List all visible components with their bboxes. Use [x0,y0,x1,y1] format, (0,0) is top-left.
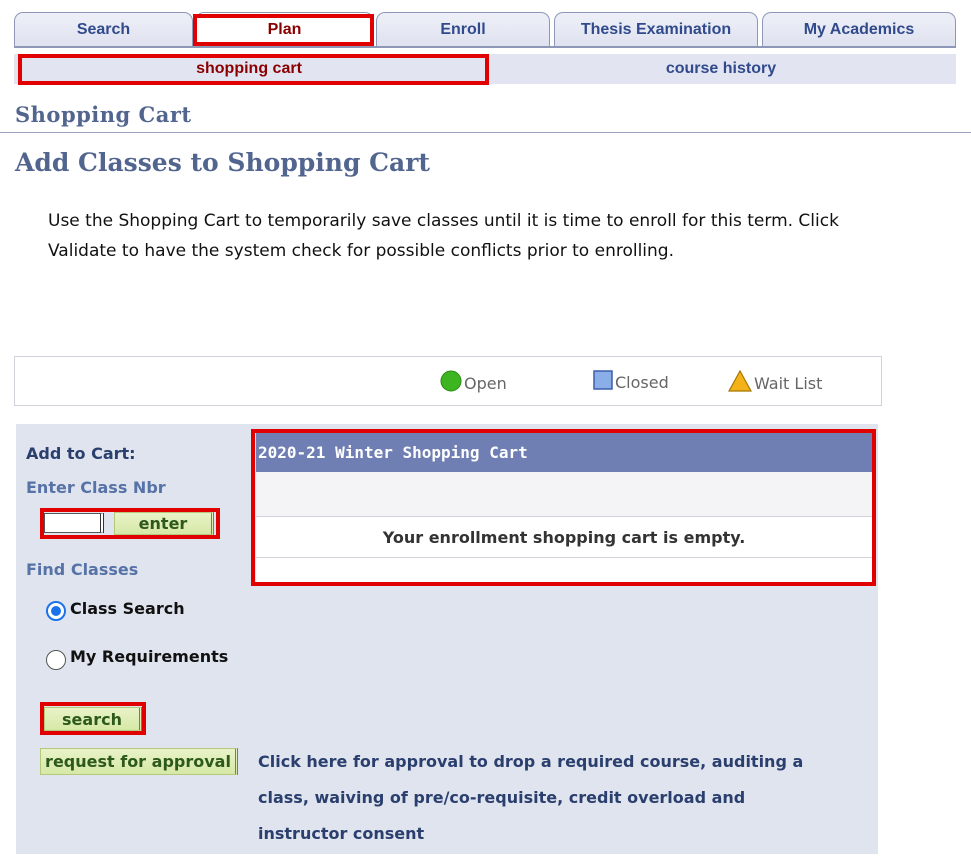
subtab-course-history[interactable]: course history [486,54,956,84]
approval-info-text[interactable]: Click here for approval to drop a requir… [258,744,818,852]
legend-closed: Closed [593,370,669,394]
add-to-cart-heading: Add to Cart: [26,444,136,463]
instructions-text: Use the Shopping Cart to temporarily sav… [48,211,839,261]
sub-tabs: shopping cart course history [14,54,956,84]
shopping-cart-box: 2020-21 Winter Shopping Cart Your enroll… [256,432,872,582]
legend-open: Open [440,370,507,396]
class-nbr-input[interactable] [44,513,104,533]
cart-header-row [256,472,872,517]
legend-wait-list: Wait List [727,369,823,396]
legend-closed-label: Closed [615,372,669,392]
tab-enroll[interactable]: Enroll [376,12,550,46]
cart-title: 2020-21 Winter Shopping Cart [256,432,872,472]
tab-plan[interactable]: Plan [195,12,374,46]
open-status-icon [440,370,462,396]
legend-wait-list-label: Wait List [754,373,823,393]
cart-empty-message: Your enrollment shopping cart is empty. [256,517,872,558]
search-button[interactable]: search [44,707,142,731]
subtab-shopping-cart[interactable]: shopping cart [14,54,484,84]
find-classes-label: Find Classes [26,560,139,579]
tab-search[interactable]: Search [14,12,193,46]
closed-status-icon [593,370,613,394]
request-for-approval-button[interactable]: request for approval [40,748,238,775]
enter-class-nbr-label: Enter Class Nbr [26,478,166,497]
class-search-radio[interactable] [46,601,66,621]
my-requirements-radio[interactable] [46,650,66,670]
tab-divider [14,46,956,48]
tab-thesis-examination[interactable]: Thesis Examination [554,12,758,46]
class-search-label: Class Search [70,599,185,618]
section-title: Add Classes to Shopping Cart [15,148,430,177]
tab-my-academics[interactable]: My Academics [762,12,956,46]
legend-open-label: Open [464,373,507,393]
my-requirements-label: My Requirements [70,647,229,666]
page-title: Shopping Cart [15,102,192,127]
wait-list-status-icon [727,369,753,396]
title-divider [0,132,971,133]
enter-button[interactable]: enter [114,512,214,535]
status-legend: Open Closed Wait List [14,356,882,406]
